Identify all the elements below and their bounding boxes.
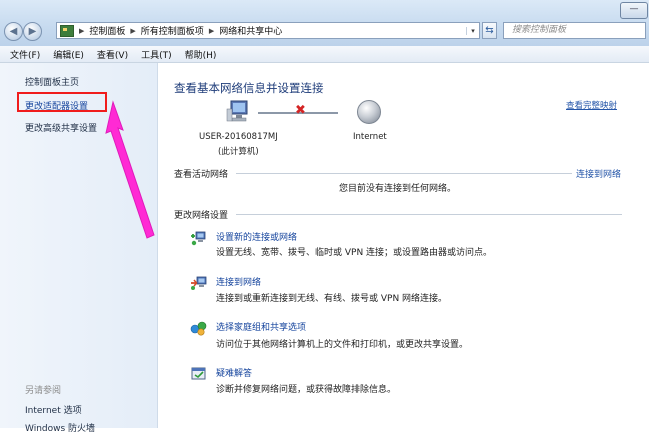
active-networks-header: 查看活动网络: [174, 170, 229, 180]
menu-file[interactable]: 文件(F): [10, 48, 40, 61]
menu-help[interactable]: 帮助(H): [185, 48, 217, 61]
internet-globe-icon: [357, 100, 381, 124]
menu-view[interactable]: 查看(V): [97, 48, 128, 61]
task-homegroup-desc: 访问位于其他网络计算机上的文件和打印机，或更改共享设置。: [216, 340, 469, 350]
forward-arrow-icon: ▶: [28, 26, 37, 37]
see-also-title: 另请参阅: [25, 386, 62, 396]
computer-name: USER-20160817MJ: [199, 132, 278, 142]
change-settings-header: 更改网络设置: [174, 211, 229, 221]
back-button[interactable]: ◀: [4, 22, 23, 41]
back-arrow-icon: ◀: [9, 26, 18, 37]
search-input[interactable]: 搜索控制面板: [503, 22, 646, 39]
forward-button[interactable]: ▶: [23, 22, 42, 41]
troubleshoot-icon: [191, 367, 206, 380]
computer-icon: [226, 100, 248, 122]
task-connect-network-desc: 连接到或重新连接到无线、有线、拨号或 VPN 网络连接。: [216, 294, 448, 304]
minimize-button[interactable]: —: [620, 2, 648, 19]
internet-label: Internet: [353, 132, 387, 142]
page-title: 查看基本网络信息并设置连接: [174, 81, 324, 95]
address-dropdown-icon[interactable]: ▾: [466, 26, 479, 35]
full-map-link[interactable]: 查看完整映射: [566, 99, 617, 111]
task-troubleshoot-desc: 诊断并修复网络问题，或获得故障排除信息。: [216, 385, 397, 395]
breadcrumb-separator-icon: ▶: [130, 26, 136, 35]
homegroup-icon: [190, 321, 207, 336]
address-bar[interactable]: ▶ 控制面板 ▶ 所有控制面板项 ▶ 网络和共享中心 ▾: [56, 22, 480, 39]
menu-bar: 文件(F) 编辑(E) 查看(V) 工具(T) 帮助(H): [0, 46, 649, 63]
breadcrumb-network-center[interactable]: 网络和共享中心: [219, 24, 282, 37]
computer-sub-label: (此计算机): [218, 147, 259, 157]
connect-to-network-link[interactable]: 连接到网络: [576, 167, 621, 180]
breadcrumb-all-items[interactable]: 所有控制面板项: [141, 24, 204, 37]
sidebar-item-advanced-sharing[interactable]: 更改高级共享设置: [25, 121, 97, 134]
breadcrumb-separator-icon: ▶: [208, 26, 215, 35]
section-divider: [236, 214, 622, 215]
menu-tools[interactable]: 工具(T): [141, 48, 172, 61]
task-homegroup-link[interactable]: 选择家庭组和共享选项: [216, 320, 306, 333]
highlight-box: [17, 92, 107, 112]
sidebar-item-internet-options[interactable]: Internet 选项: [25, 403, 82, 416]
disconnected-x-icon: ✖: [295, 103, 306, 118]
new-connection-icon: [191, 231, 206, 246]
task-setup-connection-desc: 设置无线、宽带、拨号、临时或 VPN 连接；或设置路由器或访问点。: [216, 248, 493, 258]
section-divider: [236, 173, 572, 174]
connect-network-icon: [191, 276, 207, 290]
menu-edit[interactable]: 编辑(E): [53, 48, 84, 61]
sidebar: [0, 63, 158, 428]
breadcrumb-separator-icon: ▶: [79, 26, 85, 35]
task-setup-connection-link[interactable]: 设置新的连接或网络: [216, 230, 297, 243]
refresh-icon: ⇆: [485, 25, 494, 36]
control-panel-icon: [60, 24, 74, 37]
task-connect-network-link[interactable]: 连接到网络: [216, 275, 261, 288]
breadcrumb-control-panel[interactable]: 控制面板: [89, 24, 125, 37]
no-connection-text: 您目前没有连接到任何网络。: [339, 184, 457, 194]
sidebar-item-home[interactable]: 控制面板主页: [25, 75, 79, 88]
window-titlebar: — ◀ ▶ ▶ 控制面板 ▶ 所有控制面板项 ▶ 网络和共享中心 ▾ ⇆ 搜索控制面板: [0, 0, 649, 47]
task-troubleshoot-link[interactable]: 疑难解答: [216, 366, 252, 379]
refresh-button[interactable]: ⇆: [482, 22, 497, 39]
